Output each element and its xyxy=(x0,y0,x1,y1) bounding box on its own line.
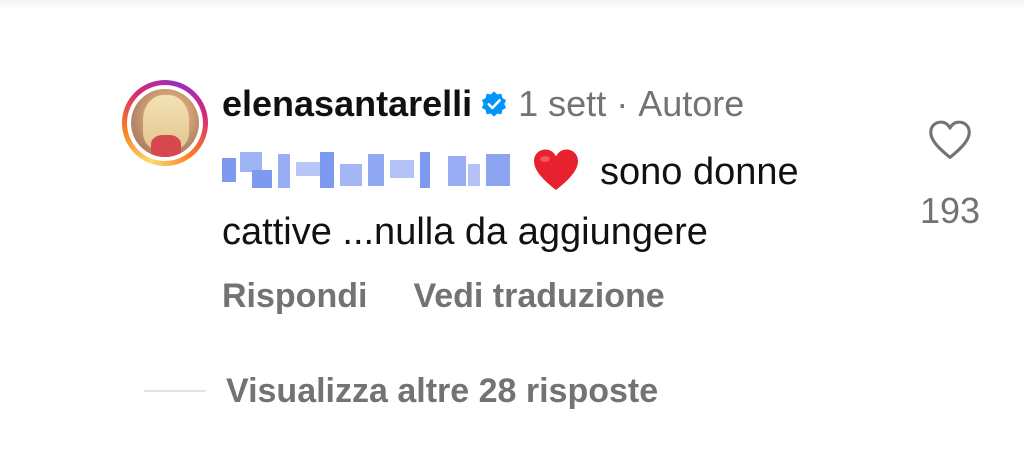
meta-separator: · xyxy=(616,83,629,124)
red-heart-emoji xyxy=(534,149,578,190)
heart-outline-icon[interactable] xyxy=(928,118,972,162)
comment-actions: Rispondi Vedi traduzione xyxy=(222,270,665,322)
comment-time: 1 sett xyxy=(518,83,607,124)
reply-button[interactable]: Rispondi xyxy=(222,277,367,316)
username-link[interactable]: elenasantarelli xyxy=(222,83,472,125)
comment-text-line1: sono donne xyxy=(600,151,799,193)
top-fade xyxy=(0,0,1024,10)
author-label: Autore xyxy=(638,83,745,124)
see-translation-button[interactable]: Vedi traduzione xyxy=(413,277,664,316)
comment-text: sono donne cattive ...nulla da aggiunger… xyxy=(222,142,882,262)
comment-header: elenasantarelli 1 sett · Autore xyxy=(222,80,744,128)
like-count: 193 xyxy=(919,190,981,231)
avatar[interactable] xyxy=(122,80,208,166)
like-column: 193 xyxy=(900,118,1000,232)
blurred-mention[interactable] xyxy=(222,148,516,192)
verified-badge-icon xyxy=(482,91,507,117)
comment-text-line2: cattive ...nulla da aggiungere xyxy=(222,211,708,253)
replies-divider xyxy=(144,390,206,392)
view-more-replies-button[interactable]: Visualizza altre 28 risposte xyxy=(226,366,658,416)
avatar-image xyxy=(131,89,199,157)
